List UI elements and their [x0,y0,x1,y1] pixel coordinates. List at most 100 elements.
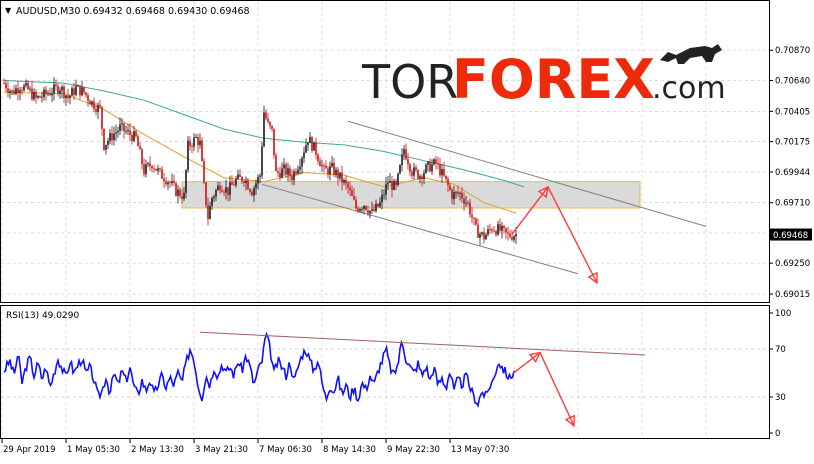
candle-bull [419,176,421,179]
candle-bear [323,165,325,167]
candle-bull [485,234,487,240]
candle-bull [385,184,387,195]
candle-bear [439,163,441,176]
candle-bear [83,87,85,93]
candle-bear [449,185,451,190]
candle-bear [469,202,471,215]
candle-bear [55,84,57,87]
candle-bull [183,192,185,199]
candle-bull [237,174,239,179]
symbol-menu-icon[interactable]: ▼ [5,6,12,15]
candle-bull [225,187,227,193]
candle-bear [5,83,7,89]
candle-bear [273,128,275,156]
candle-bear [49,93,51,96]
candle-bear [351,190,353,196]
candle-bull [167,182,169,185]
candle-bull [97,104,99,112]
candle-bull [257,177,259,184]
candle-bear [95,109,97,112]
candle-bear [89,100,91,105]
candle-bear [249,189,251,192]
candle-bull [313,142,315,151]
candle-bear [357,208,359,212]
current-price-label: 0.69468 [773,231,808,241]
candle-bull [69,95,71,99]
candle-bear [289,168,291,176]
time-tick-label: 29 Apr 2019 [3,445,56,455]
candle-bear [131,135,133,141]
candle-bull [479,233,481,238]
candle-bull [255,183,257,188]
candle-bull [195,137,197,138]
candle-bull [107,140,109,145]
candle-bull [335,169,337,175]
time-tick-label: 2 May 13:30 [131,445,184,455]
candle-bull [393,180,395,190]
candle-bear [473,217,475,219]
candle-bear [367,210,369,214]
candle-bull [127,130,129,132]
candle-bear [17,88,19,93]
candle-bear [153,168,155,169]
candle-bear [409,164,411,172]
candle-bull [359,209,361,212]
candle-bull [465,202,467,204]
candle-bull [387,182,389,185]
candle-bear [407,159,409,165]
candle-bear [239,174,241,177]
time-tick-label: 13 May 07:30 [451,445,509,455]
candle-bear [395,180,397,185]
candle-bear [13,90,15,94]
candle-bull [119,124,121,131]
price-tick-label: 0.69944 [775,168,810,178]
rsi-tick-label: 100 [775,309,791,319]
candle-bull [81,87,83,96]
candle-bull [65,95,67,99]
rsi-label: RSI(13) 49.0290 [6,311,79,321]
candle-bear [327,168,329,175]
candle-bear [203,160,205,183]
candle-bull [305,145,307,153]
candle-bear [495,231,497,235]
candle-bull [51,93,53,96]
candle-bear [151,166,153,169]
candle-bear [163,178,165,182]
logo-tor: TOR [361,55,458,109]
candle-bear [159,168,161,170]
candle-bull [381,195,383,203]
price-tick-label: 0.69015 [775,290,810,300]
candle-bull [105,144,107,150]
candle-bull [431,164,433,172]
candle-bull [185,170,187,193]
candle-bear [355,199,357,209]
time-tick-label: 1 May 05:30 [67,445,120,455]
candle-bear [191,146,193,147]
candle-bear [27,82,29,90]
candle-bear [365,205,367,211]
candle-bear [467,202,469,204]
candle-bear [437,163,439,164]
candle-bear [201,140,203,161]
candle-bear [241,176,243,182]
candle-bear [7,88,9,93]
candle-bear [143,164,145,175]
candle-bear [231,182,233,185]
candle-bear [295,171,297,174]
candle-bear [277,171,279,173]
candle-bear [111,133,113,141]
candle-bear [317,154,319,161]
candle-bull [59,90,61,94]
time-tick-label: 8 May 14:30 [323,445,376,455]
candle-bull [199,140,201,146]
candle-bear [377,203,379,207]
candle-bear [429,161,431,172]
candle-bear [435,159,437,164]
candle-bear [491,229,493,231]
candle-bear [415,167,417,171]
chart-window: 0.70870 0.70640 0.70405 0.70175 0.69944 0.697… [0,0,814,460]
candle-bear [509,233,511,238]
candle-bear [475,218,477,225]
candle-bear [137,136,139,147]
candle-bear [67,95,69,99]
